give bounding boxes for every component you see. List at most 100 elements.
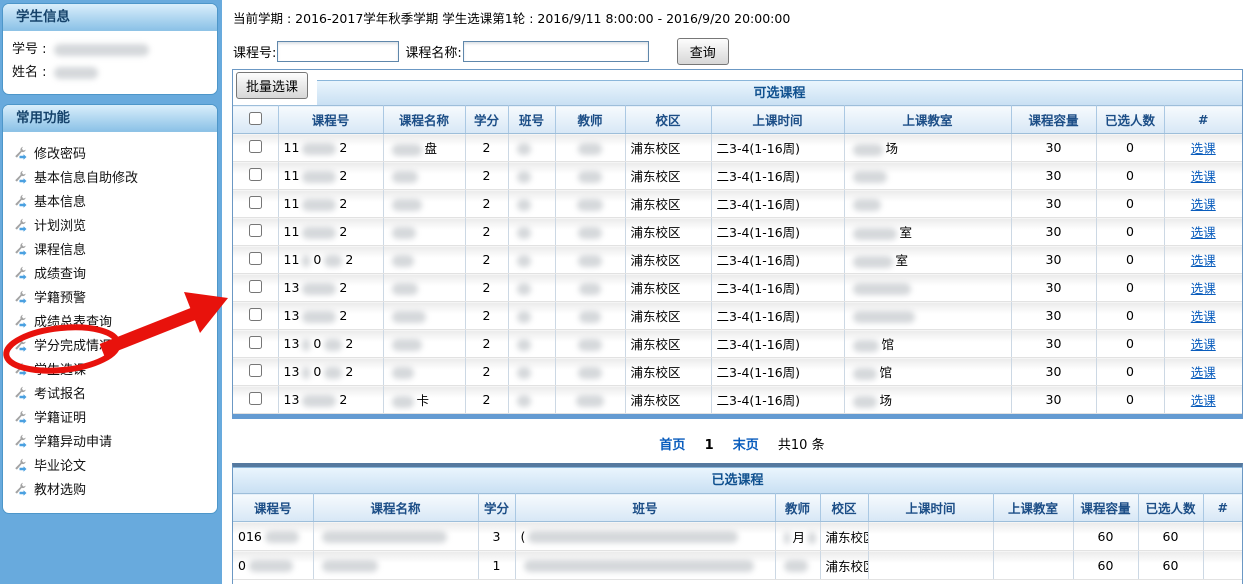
enroll-link[interactable]: 选课 bbox=[1191, 225, 1216, 240]
sidebar-item-12[interactable]: 学籍证明 bbox=[3, 404, 217, 428]
teacher-cell bbox=[555, 358, 625, 386]
teacher-cell bbox=[555, 330, 625, 358]
row-checkbox[interactable] bbox=[249, 392, 262, 405]
enroll-link[interactable]: 选课 bbox=[1191, 281, 1216, 296]
sidebar-item-11[interactable]: 考试报名 bbox=[3, 380, 217, 404]
total-count: 共10 条 bbox=[778, 438, 825, 453]
enroll-link[interactable]: 选课 bbox=[1191, 141, 1216, 156]
credit-cell: 1 bbox=[478, 551, 515, 580]
time-cell: 二3-4(1-16周) bbox=[711, 134, 844, 162]
campus-cell: 浦东校区 bbox=[625, 330, 711, 358]
enroll-link[interactable]: 选课 bbox=[1191, 337, 1216, 352]
wrench-icon bbox=[13, 409, 29, 424]
query-button[interactable]: 查询 bbox=[677, 38, 729, 65]
column-header: 学分 bbox=[478, 494, 515, 522]
credit-cell: 2 bbox=[465, 190, 508, 218]
sidebar-item-label: 教材选购 bbox=[34, 479, 86, 498]
sidebar-item-8[interactable]: 成绩总表查询 bbox=[3, 308, 217, 332]
enrolled-cell: 0 bbox=[1096, 134, 1164, 162]
row-checkbox[interactable] bbox=[249, 168, 262, 181]
capacity-cell: 30 bbox=[1011, 134, 1096, 162]
redacted-text bbox=[302, 227, 336, 239]
course-no-input[interactable] bbox=[277, 41, 399, 62]
student-name-label: 姓名 : bbox=[12, 65, 47, 80]
credit-cell: 2 bbox=[465, 302, 508, 330]
row-checkbox[interactable] bbox=[249, 336, 262, 349]
redacted-text bbox=[853, 171, 887, 183]
redacted-text bbox=[517, 255, 531, 267]
enroll-link[interactable]: 选课 bbox=[1191, 197, 1216, 212]
enrolled-cell: 0 bbox=[1096, 162, 1164, 190]
sidebar-item-4[interactable]: 计划浏览 bbox=[3, 212, 217, 236]
select-cell bbox=[233, 386, 278, 414]
wrench-icon bbox=[13, 481, 29, 496]
batch-select-button[interactable]: 批量选课 bbox=[236, 72, 308, 99]
enroll-link[interactable]: 选课 bbox=[1191, 309, 1216, 324]
action-cell: 选课 bbox=[1164, 134, 1242, 162]
sidebar-item-1[interactable]: 修改密码 bbox=[3, 140, 217, 164]
column-header: 教师 bbox=[555, 106, 625, 134]
enroll-link[interactable]: 选课 bbox=[1191, 253, 1216, 268]
campus-cell: 浦东校区 bbox=[625, 190, 711, 218]
campus-cell: 浦东校区 bbox=[625, 274, 711, 302]
available-caption: 可选课程 bbox=[317, 80, 1242, 105]
sidebar-item-6[interactable]: 成绩查询 bbox=[3, 260, 217, 284]
row-checkbox[interactable] bbox=[249, 308, 262, 321]
action-cell: 选课 bbox=[1164, 302, 1242, 330]
student-info-panel: 学生信息 学号 : 姓名 : bbox=[2, 3, 218, 95]
pagination: 首页 1 末页 共10 条 bbox=[232, 434, 1243, 453]
row-checkbox[interactable] bbox=[249, 252, 262, 265]
redacted-text bbox=[517, 227, 531, 239]
sidebar-item-9[interactable]: 学分完成情况 bbox=[3, 332, 217, 356]
row-checkbox[interactable] bbox=[249, 224, 262, 237]
redacted-text bbox=[322, 560, 378, 572]
sidebar-item-15[interactable]: 教材选购 bbox=[3, 476, 217, 500]
enroll-link[interactable]: 选课 bbox=[1191, 393, 1216, 408]
row-checkbox[interactable] bbox=[249, 140, 262, 153]
sidebar-item-7[interactable]: 学籍预警 bbox=[3, 284, 217, 308]
time-cell: 二3-4(1-16周) bbox=[711, 302, 844, 330]
first-page-link[interactable]: 首页 bbox=[659, 438, 685, 453]
teacher-cell bbox=[555, 190, 625, 218]
credit-cell: 2 bbox=[465, 134, 508, 162]
column-header: 上课教室 bbox=[844, 106, 1011, 134]
teacher-cell bbox=[555, 246, 625, 274]
sidebar-item-2[interactable]: 基本信息自助修改 bbox=[3, 164, 217, 188]
credit-cell: 3 bbox=[478, 522, 515, 551]
row-checkbox[interactable] bbox=[249, 280, 262, 293]
row-checkbox[interactable] bbox=[249, 364, 262, 377]
select-all-checkbox[interactable] bbox=[249, 112, 262, 125]
last-page-link[interactable]: 末页 bbox=[733, 438, 759, 453]
select-cell bbox=[233, 246, 278, 274]
course-name-cell: 盘 bbox=[383, 134, 465, 162]
wrench-icon bbox=[13, 169, 29, 184]
course-name-input[interactable] bbox=[463, 41, 649, 62]
table-row: 0163(月浦东校区6060 bbox=[233, 522, 1242, 551]
enroll-link[interactable]: 选课 bbox=[1191, 169, 1216, 184]
sidebar-item-10[interactable]: 学生选课 bbox=[3, 356, 217, 380]
sidebar-item-label: 学籍证明 bbox=[34, 407, 86, 426]
table-row: 1322浦东校区二3-4(1-16周)300选课 bbox=[233, 302, 1242, 330]
time-cell bbox=[868, 522, 993, 551]
enrolled-cell: 60 bbox=[1138, 522, 1203, 551]
redacted-text bbox=[324, 339, 342, 351]
sidebar-item-13[interactable]: 学籍异动申请 bbox=[3, 428, 217, 452]
redacted-text bbox=[322, 531, 447, 543]
redacted-text bbox=[853, 199, 881, 211]
redacted-text bbox=[302, 395, 336, 407]
sidebar-item-14[interactable]: 毕业论文 bbox=[3, 452, 217, 476]
redacted-text bbox=[784, 532, 790, 544]
available-table: 课程号课程名称学分班号教师校区上课时间上课教室课程容量已选人数# 112盘2浦东… bbox=[233, 105, 1242, 414]
redacted-text bbox=[302, 199, 336, 211]
course-no-cell: 1302 bbox=[278, 330, 383, 358]
sidebar-item-5[interactable]: 课程信息 bbox=[3, 236, 217, 260]
select-cell bbox=[233, 134, 278, 162]
sidebar-item-3[interactable]: 基本信息 bbox=[3, 188, 217, 212]
column-header: 已选人数 bbox=[1096, 106, 1164, 134]
time-cell: 二3-4(1-16周) bbox=[711, 386, 844, 414]
column-header: 上课时间 bbox=[868, 494, 993, 522]
enroll-link[interactable]: 选课 bbox=[1191, 365, 1216, 380]
row-checkbox[interactable] bbox=[249, 196, 262, 209]
class-no-cell bbox=[508, 274, 555, 302]
campus-cell: 浦东校区 bbox=[625, 134, 711, 162]
